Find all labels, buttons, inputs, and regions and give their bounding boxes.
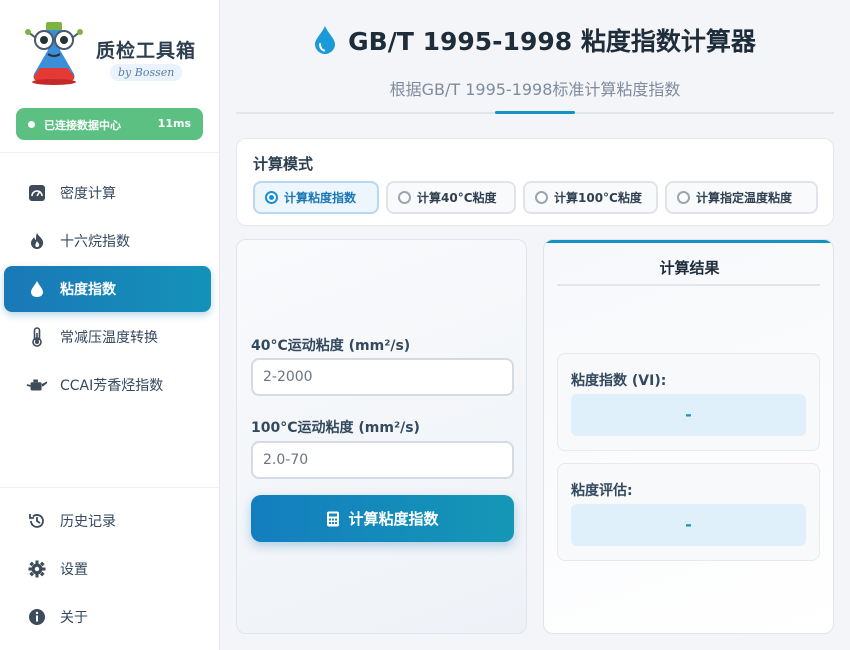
sidebar-item-ccai[interactable]: CCAI芳香烃指数 [4, 362, 211, 408]
history-icon [26, 510, 48, 532]
sidebar-item-history[interactable]: 历史记录 [4, 498, 211, 544]
header-divider-accent [495, 111, 575, 114]
result-divider [557, 284, 820, 286]
v40-input[interactable] [251, 358, 514, 396]
calculate-button-label: 计算粘度指数 [348, 510, 439, 528]
status-dot-icon [28, 121, 35, 128]
sidebar-item-settings[interactable]: 设置 [4, 546, 211, 592]
v100-label: 100°C运动粘度 (mm²/s) [251, 420, 420, 436]
brand-title: 质检工具箱 [96, 40, 197, 62]
sidebar: 质检工具箱 by Bossen 已连接数据中心 11ms 密度计算 十六烷指数 … [0, 0, 220, 650]
sidebar-item-label: 十六烷指数 [60, 234, 130, 250]
mode-option-label: 计算指定温度粘度 [696, 191, 793, 205]
droplet-icon [26, 278, 48, 300]
connection-status-badge: 已连接数据中心 11ms [16, 108, 203, 140]
sidebar-item-label: 设置 [60, 562, 88, 578]
v40-label: 40°C运动粘度 (mm²/s) [251, 338, 411, 354]
sidebar-item-label: 历史记录 [60, 514, 116, 530]
mode-option-label: 计算40°C粘度 [417, 191, 497, 205]
calc-mode-card: 计算模式 计算粘度指数 计算40°C粘度 计算100°C粘度 计算指定温度粘度 [236, 138, 834, 226]
robot-flask-logo-icon [25, 22, 83, 85]
sidebar-item-temperature-convert[interactable]: 常减压温度转换 [4, 314, 211, 360]
page-header: GB/T 1995-1998 粘度指数计算器 [220, 22, 850, 59]
page-subtitle: 根据GB/T 1995-1998标准计算粘度指数 [389, 80, 681, 99]
oil-can-icon [26, 374, 48, 396]
result-card-accent [544, 240, 833, 243]
sidebar-item-density[interactable]: 密度计算 [4, 170, 211, 216]
calc-mode-label: 计算模式 [253, 155, 314, 173]
vi-result-box: 粘度指数 (VI): - [557, 353, 820, 451]
sidebar-item-label: 关于 [60, 610, 88, 626]
mode-option-label: 计算100°C粘度 [554, 191, 642, 205]
sidebar-item-cetane[interactable]: 十六烷指数 [4, 218, 211, 264]
radio-selected-icon [265, 191, 278, 204]
v100-input[interactable] [251, 441, 514, 479]
thermometer-icon [26, 326, 48, 348]
evaluation-result-label: 粘度评估: [571, 483, 633, 499]
sidebar-item-label: 密度计算 [60, 186, 116, 202]
mode-option-custom-temp[interactable]: 计算指定温度粘度 [665, 181, 818, 214]
brand: 质检工具箱 by Bossen [22, 20, 212, 90]
main-content: GB/T 1995-1998 粘度指数计算器 根据GB/T 1995-1998标… [220, 0, 850, 650]
evaluation-result-box: 粘度评估: - [557, 463, 820, 561]
page-title: GB/T 1995-1998 粘度指数计算器 [314, 22, 756, 58]
mode-option-v100[interactable]: 计算100°C粘度 [523, 181, 658, 214]
sidebar-item-label: 粘度指数 [60, 282, 116, 298]
sidebar-item-label: CCAI芳香烃指数 [60, 378, 164, 394]
radio-icon [535, 191, 548, 204]
radio-icon [398, 191, 411, 204]
sidebar-item-about[interactable]: 关于 [4, 594, 211, 640]
info-icon [26, 606, 48, 628]
sidebar-item-viscosity[interactable]: 粘度指数 [4, 266, 211, 312]
page-title-text: GB/T 1995-1998 粘度指数计算器 [348, 27, 756, 56]
calculate-button[interactable]: 计算粘度指数 [251, 495, 514, 542]
evaluation-result-value: - [571, 504, 806, 546]
result-card: 计算结果 粘度指数 (VI): - 粘度评估: - [543, 239, 834, 634]
status-latency: 11ms [157, 117, 191, 130]
gear-icon [26, 558, 48, 580]
result-title: 计算结果 [659, 259, 720, 277]
sidebar-divider [0, 152, 219, 153]
fire-icon [26, 230, 48, 252]
gauge-icon [26, 182, 48, 204]
brand-subtitle: by Bossen [110, 64, 183, 81]
sidebar-item-label: 常减压温度转换 [60, 330, 158, 346]
mode-option-v40[interactable]: 计算40°C粘度 [386, 181, 516, 214]
calculator-icon [327, 511, 340, 526]
sidebar-bottom-nav: 历史记录 设置 关于 [0, 498, 219, 642]
mode-option-vi[interactable]: 计算粘度指数 [253, 181, 379, 214]
droplet-icon [315, 26, 336, 54]
radio-icon [677, 191, 690, 204]
input-card: 40°C运动粘度 (mm²/s) 100°C运动粘度 (mm²/s) 计算粘度指… [236, 239, 527, 634]
sidebar-divider [0, 487, 219, 488]
mode-option-label: 计算粘度指数 [284, 191, 357, 205]
status-text: 已连接数据中心 [44, 119, 121, 132]
sidebar-nav: 密度计算 十六烷指数 粘度指数 常减压温度转换 CCAI芳香烃指数 [0, 170, 219, 410]
vi-result-label: 粘度指数 (VI): [571, 373, 667, 389]
vi-result-value: - [571, 394, 806, 436]
